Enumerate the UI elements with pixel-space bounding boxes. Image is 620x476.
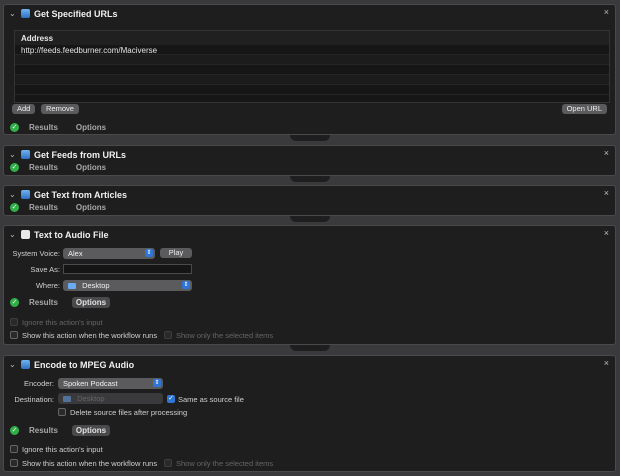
safari-icon <box>21 150 30 159</box>
safari-icon <box>21 190 30 199</box>
action-encode-mpeg: ⌄ Encode to MPEG Audio × Encoder: Spoken… <box>3 355 616 472</box>
action-title: Encode to MPEG Audio <box>34 360 135 370</box>
action-connector <box>290 135 330 141</box>
chevron-down-icon[interactable]: ⌄ <box>9 230 16 239</box>
ignore-input-label: Ignore this action's input <box>22 445 103 454</box>
ignore-input-label: Ignore this action's input <box>22 318 103 327</box>
textedit-icon <box>21 230 30 239</box>
show-selected-checkbox[interactable] <box>164 459 172 467</box>
table-row[interactable] <box>15 65 609 75</box>
show-selected-label: Show only the selected items <box>176 459 274 468</box>
table-row[interactable] <box>15 55 609 65</box>
action-title: Text to Audio File <box>34 230 109 240</box>
tab-options[interactable]: Options <box>71 425 111 436</box>
check-icon: ✓ <box>10 203 19 212</box>
table-row[interactable] <box>15 75 609 85</box>
check-icon: ✓ <box>10 123 19 132</box>
chevron-down-icon[interactable]: ⌄ <box>9 150 16 159</box>
selected-value: Desktop <box>82 281 110 290</box>
tab-results[interactable]: Results <box>25 425 62 436</box>
action-connector <box>290 345 330 351</box>
action-title: Get Text from Articles <box>34 190 128 200</box>
action-header[interactable]: ⌄ Text to Audio File × <box>4 226 615 244</box>
tab-results[interactable]: Results <box>25 297 62 308</box>
close-icon[interactable]: × <box>604 7 609 17</box>
show-when-runs-label: Show this action when the workflow runs <box>22 331 158 340</box>
same-as-source-checkbox[interactable]: ✓ <box>167 395 175 403</box>
show-selected-checkbox[interactable] <box>164 331 172 339</box>
show-selected-label: Show only the selected items <box>176 331 274 340</box>
popup-arrows-icon: ⇕ <box>182 281 190 289</box>
close-icon[interactable]: × <box>604 148 609 158</box>
close-icon[interactable]: × <box>604 358 609 368</box>
selected-value: Alex <box>68 249 83 258</box>
tab-options[interactable]: Options <box>71 297 111 308</box>
ignore-input-checkbox[interactable] <box>10 445 18 453</box>
finder-icon <box>21 360 30 369</box>
delete-source-checkbox[interactable] <box>58 408 66 416</box>
safari-icon <box>21 9 30 18</box>
system-voice-label: System Voice: <box>12 249 60 258</box>
action-connector <box>290 176 330 182</box>
action-get-specified-urls: ⌄ Get Specified URLs × Address http://fe… <box>3 4 616 135</box>
folder-icon <box>63 396 71 402</box>
tab-options[interactable]: Options <box>72 202 110 213</box>
popup-arrows-icon: ⇕ <box>153 379 161 387</box>
selected-value: Spoken Podcast <box>63 379 118 388</box>
action-title: Get Feeds from URLs <box>34 150 127 160</box>
ignore-input-checkbox[interactable] <box>10 318 18 326</box>
show-when-runs-label: Show this action when the workflow runs <box>22 459 158 468</box>
tab-results[interactable]: Results <box>25 162 62 173</box>
tab-results[interactable]: Results <box>25 122 62 133</box>
destination-label: Destination: <box>14 395 54 404</box>
chevron-down-icon[interactable]: ⌄ <box>9 190 16 199</box>
action-title: Get Specified URLs <box>34 9 118 19</box>
action-footer: ✓ Results Options <box>10 202 120 213</box>
action-footer: ✓ Results Options <box>10 425 120 436</box>
chevron-down-icon[interactable]: ⌄ <box>9 360 16 369</box>
action-text-to-audio: ⌄ Text to Audio File × System Voice: Ale… <box>3 225 616 345</box>
system-voice-select[interactable]: Alex ⇕ <box>63 248 155 259</box>
add-button[interactable]: Add <box>12 104 36 114</box>
encoder-select[interactable]: Spoken Podcast ⇕ <box>58 378 163 389</box>
column-header-address[interactable]: Address <box>15 31 609 45</box>
where-label: Where: <box>35 281 60 290</box>
popup-arrows-icon: ⇕ <box>145 249 153 257</box>
show-when-runs-checkbox[interactable] <box>10 331 18 339</box>
table-row[interactable] <box>15 85 609 95</box>
check-icon: ✓ <box>10 163 19 172</box>
tab-options[interactable]: Options <box>72 122 110 133</box>
open-url-button[interactable]: Open URL <box>561 104 607 114</box>
save-as-label: Save As: <box>30 265 60 274</box>
action-footer: ✓ Results Options <box>10 297 120 308</box>
show-when-runs-checkbox[interactable] <box>10 459 18 467</box>
tab-options[interactable]: Options <box>72 162 110 173</box>
folder-icon <box>68 283 76 289</box>
save-as-input[interactable] <box>63 264 192 274</box>
action-footer: ✓ Results Options <box>10 122 120 133</box>
action-footer: ✓ Results Options <box>10 162 120 173</box>
check-icon: ✓ <box>10 426 19 435</box>
selected-value: Desktop <box>77 394 105 403</box>
delete-source-label: Delete source files after processing <box>70 408 188 417</box>
close-icon[interactable]: × <box>604 188 609 198</box>
action-header[interactable]: ⌄ Get Specified URLs × <box>4 5 615 23</box>
encoder-label: Encoder: <box>23 379 54 388</box>
destination-select[interactable]: Desktop <box>58 393 163 404</box>
check-icon: ✓ <box>10 298 19 307</box>
table-row[interactable]: http://feeds.feedburner.com/Maciverse <box>15 45 609 55</box>
url-table[interactable]: Address http://feeds.feedburner.com/Maci… <box>14 30 610 103</box>
action-header[interactable]: ⌄ Encode to MPEG Audio × <box>4 356 615 374</box>
close-icon[interactable]: × <box>604 228 609 238</box>
chevron-down-icon[interactable]: ⌄ <box>9 9 16 18</box>
play-button[interactable]: Play <box>160 248 192 258</box>
same-as-source-label: Same as source file <box>178 395 244 404</box>
where-select[interactable]: Desktop ⇕ <box>63 280 192 291</box>
action-connector <box>290 216 330 222</box>
tab-results[interactable]: Results <box>25 202 62 213</box>
action-get-feeds: ⌄ Get Feeds from URLs × ✓ Results Option… <box>3 145 616 176</box>
action-get-text: ⌄ Get Text from Articles × ✓ Results Opt… <box>3 185 616 216</box>
remove-button[interactable]: Remove <box>41 104 79 114</box>
